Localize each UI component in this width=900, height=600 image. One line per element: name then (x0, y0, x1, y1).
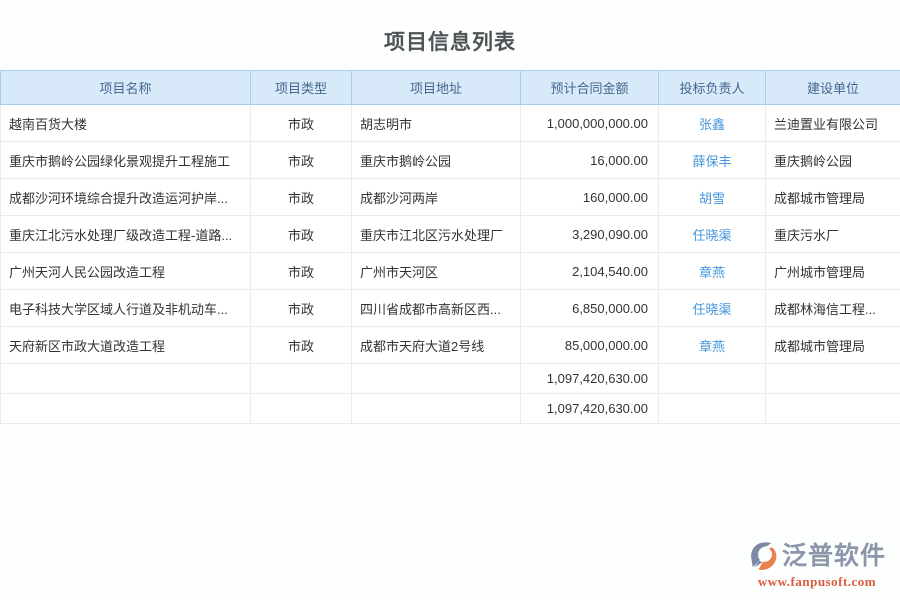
cell-project-address: 胡志明市 (352, 105, 521, 142)
cell-contract-amount: 6,850,000.00 (521, 290, 659, 327)
table-row[interactable]: 广州天河人民公园改造工程 市政 广州市天河区 2,104,540.00 章燕 广… (1, 253, 900, 290)
subtotal-row: 1,097,420,630.00 (1, 364, 900, 394)
bid-person-link[interactable]: 薛保丰 (692, 154, 731, 169)
table-row[interactable]: 重庆江北污水处理厂级改造工程-道路... 市政 重庆市江北区污水处理厂 3,29… (1, 216, 900, 253)
cell-total-amount: 1,097,420,630.00 (521, 394, 659, 424)
cell-project-name: 广州天河人民公园改造工程 (1, 253, 251, 290)
cell-bid-person: 章燕 (659, 327, 766, 364)
cell-empty (1, 364, 251, 394)
cell-contract-amount: 16,000.00 (521, 142, 659, 179)
cell-bid-person: 任晓渠 (659, 290, 766, 327)
page-title: 项目信息列表 (0, 0, 900, 56)
cell-project-address: 成都沙河两岸 (352, 179, 521, 216)
table-row[interactable]: 成都沙河环境综合提升改造运河护岸... 市政 成都沙河两岸 160,000.00… (1, 179, 900, 216)
cell-contract-amount: 160,000.00 (521, 179, 659, 216)
cell-bid-person: 张鑫 (659, 105, 766, 142)
bid-person-link[interactable]: 任晓渠 (692, 228, 731, 243)
col-header-project-type: 项目类型 (251, 71, 352, 105)
cell-project-type: 市政 (251, 290, 352, 327)
cell-construction-unit: 重庆污水厂 (766, 216, 900, 253)
cell-contract-amount: 1,000,000,000.00 (521, 105, 659, 142)
cell-subtotal-amount: 1,097,420,630.00 (521, 364, 659, 394)
table-header: 项目名称 项目类型 项目地址 预计合同金额 投标负责人 建设单位 (1, 71, 900, 105)
cell-bid-person: 任晓渠 (659, 216, 766, 253)
table-body: 越南百货大楼 市政 胡志明市 1,000,000,000.00 张鑫 兰迪置业有… (1, 105, 900, 424)
cell-construction-unit: 兰迪置业有限公司 (766, 105, 900, 142)
fanpu-brand-text: 泛普软件 (782, 544, 886, 569)
bid-person-link[interactable]: 章燕 (699, 265, 725, 280)
cell-empty (766, 364, 900, 394)
cell-bid-person: 薛保丰 (659, 142, 766, 179)
cell-project-name: 越南百货大楼 (1, 105, 251, 142)
fanpu-url: www.fanpusoft.com (742, 575, 892, 588)
cell-project-type: 市政 (251, 216, 352, 253)
cell-project-type: 市政 (251, 253, 352, 290)
table-row[interactable]: 电子科技大学区域人行道及非机动车... 市政 四川省成都市高新区西... 6,8… (1, 290, 900, 327)
cell-empty (352, 394, 521, 424)
cell-construction-unit: 广州城市管理局 (766, 253, 900, 290)
project-info-table: 项目名称 项目类型 项目地址 预计合同金额 投标负责人 建设单位 越南百货大楼 … (0, 70, 900, 424)
fanpu-watermark: 泛普软件 www.fanpusoft.com (742, 540, 892, 588)
cell-project-name: 重庆江北污水处理厂级改造工程-道路... (1, 216, 251, 253)
cell-project-address: 广州市天河区 (352, 253, 521, 290)
cell-empty (352, 364, 521, 394)
cell-construction-unit: 成都城市管理局 (766, 179, 900, 216)
cell-project-type: 市政 (251, 105, 352, 142)
bid-person-link[interactable]: 胡雪 (699, 191, 725, 206)
cell-bid-person: 章燕 (659, 253, 766, 290)
cell-construction-unit: 成都林海信工程... (766, 290, 900, 327)
table-row[interactable]: 越南百货大楼 市政 胡志明市 1,000,000,000.00 张鑫 兰迪置业有… (1, 105, 900, 142)
bid-person-link[interactable]: 任晓渠 (692, 302, 731, 317)
cell-empty (1, 394, 251, 424)
cell-project-address: 重庆市鹅岭公园 (352, 142, 521, 179)
total-row: 1,097,420,630.00 (1, 394, 900, 424)
cell-project-address: 重庆市江北区污水处理厂 (352, 216, 521, 253)
cell-project-type: 市政 (251, 327, 352, 364)
col-header-contract-amount: 预计合同金额 (521, 71, 659, 105)
cell-contract-amount: 85,000,000.00 (521, 327, 659, 364)
page: 项目信息列表 项目名称 项目类型 项目地址 预计合同金额 投标负责人 建设单位 … (0, 0, 900, 600)
bid-person-link[interactable]: 章燕 (699, 339, 725, 354)
cell-construction-unit: 成都城市管理局 (766, 327, 900, 364)
col-header-project-address: 项目地址 (352, 71, 521, 105)
cell-project-type: 市政 (251, 179, 352, 216)
cell-empty (766, 394, 900, 424)
cell-project-name: 天府新区市政大道改造工程 (1, 327, 251, 364)
cell-project-name: 重庆市鹅岭公园绿化景观提升工程施工 (1, 142, 251, 179)
cell-bid-person: 胡雪 (659, 179, 766, 216)
table-row[interactable]: 天府新区市政大道改造工程 市政 成都市天府大道2号线 85,000,000.00… (1, 327, 900, 364)
cell-project-address: 四川省成都市高新区西... (352, 290, 521, 327)
col-header-project-name: 项目名称 (1, 71, 251, 105)
cell-construction-unit: 重庆鹅岭公园 (766, 142, 900, 179)
cell-contract-amount: 3,290,090.00 (521, 216, 659, 253)
cell-project-address: 成都市天府大道2号线 (352, 327, 521, 364)
cell-project-type: 市政 (251, 142, 352, 179)
cell-empty (659, 394, 766, 424)
table-row[interactable]: 重庆市鹅岭公园绿化景观提升工程施工 市政 重庆市鹅岭公园 16,000.00 薛… (1, 142, 900, 179)
col-header-construction-unit: 建设单位 (766, 71, 900, 105)
header-row: 项目名称 项目类型 项目地址 预计合同金额 投标负责人 建设单位 (1, 71, 900, 105)
cell-contract-amount: 2,104,540.00 (521, 253, 659, 290)
cell-project-name: 成都沙河环境综合提升改造运河护岸... (1, 179, 251, 216)
fanpu-logo-icon (748, 540, 780, 572)
cell-empty (659, 364, 766, 394)
cell-empty (251, 394, 352, 424)
cell-empty (251, 364, 352, 394)
cell-project-name: 电子科技大学区域人行道及非机动车... (1, 290, 251, 327)
bid-person-link[interactable]: 张鑫 (699, 117, 725, 132)
col-header-bid-person: 投标负责人 (659, 71, 766, 105)
